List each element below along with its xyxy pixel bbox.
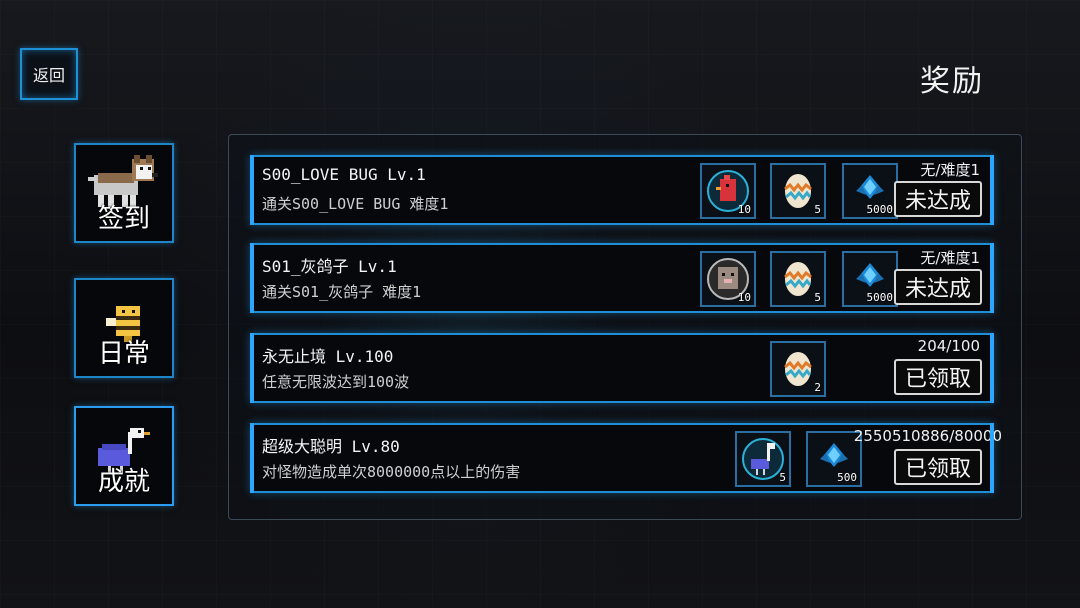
reward-count: 5000 [866, 291, 894, 304]
achievement-progress: 204/100 [917, 337, 980, 355]
claim-button[interactable]: 未达成 [894, 269, 982, 305]
achievement-description: 任意无限波达到100波 [262, 373, 410, 391]
achievement-title: 永无止境 Lv.100 [262, 347, 394, 366]
achievement-progress: 无/难度1 [920, 161, 980, 179]
reward-slot[interactable]: 5 [735, 431, 791, 487]
claim-button[interactable]: 已领取 [894, 449, 982, 485]
reward-count: 5000 [866, 203, 894, 216]
claim-button[interactable]: 已领取 [894, 359, 982, 395]
achievement-description: 对怪物造成单次8000000点以上的伤害 [262, 463, 521, 481]
reward-slot[interactable]: 2 [770, 341, 826, 397]
reward-slot[interactable]: 5 [770, 251, 826, 307]
reward-count: 5 [779, 471, 786, 484]
achievement-title: S00_LOVE BUG Lv.1 [262, 165, 426, 184]
tab-sign-in-label: 签到 [97, 204, 150, 234]
reward-slot[interactable]: 5000 [842, 251, 898, 307]
tab-achievements[interactable]: 成就 [74, 406, 174, 506]
reward-count: 2 [814, 381, 821, 394]
reward-count: 5 [814, 203, 821, 216]
achievement-row: 永无止境 Lv.100 任意无限波达到100波 2 204/100 已领取 [250, 333, 994, 403]
reward-count: 500 [837, 471, 857, 484]
reward-slot[interactable]: 5 [770, 163, 826, 219]
achievement-title: 超级大聪明 Lv.80 [262, 437, 400, 456]
achievement-row: 超级大聪明 Lv.80 对怪物造成单次8000000点以上的伤害 5 500 2… [250, 423, 1002, 493]
back-button[interactable]: 返回 [20, 48, 78, 100]
reward-slot[interactable]: 10 [700, 251, 756, 307]
claim-button[interactable]: 未达成 [894, 181, 982, 217]
tab-daily-label: 日常 [97, 339, 150, 369]
reward-count: 5 [814, 291, 821, 304]
tab-achievements-label: 成就 [97, 467, 150, 497]
achievement-description: 通关S01_灰鸽子 难度1 [262, 283, 422, 301]
achievement-progress: 无/难度1 [920, 249, 980, 267]
page-title: 奖励 [920, 64, 984, 99]
achievement-description: 通关S00_LOVE BUG 难度1 [262, 195, 449, 213]
reward-count: 10 [737, 291, 751, 304]
achievement-progress: 2550510886/80000 [853, 427, 1002, 445]
achievement-row: S01_灰鸽子 Lv.1 通关S01_灰鸽子 难度1 10 5 5000 无/难… [250, 243, 994, 313]
tab-sign-in[interactable]: 签到 [74, 143, 174, 243]
tab-daily[interactable]: 日常 [74, 278, 174, 378]
reward-slot[interactable]: 10 [700, 163, 756, 219]
achievement-title: S01_灰鸽子 Lv.1 [262, 257, 397, 276]
reward-count: 10 [737, 203, 751, 216]
achievement-row: S00_LOVE BUG Lv.1 通关S00_LOVE BUG 难度1 10 … [250, 155, 994, 225]
reward-slot[interactable]: 5000 [842, 163, 898, 219]
